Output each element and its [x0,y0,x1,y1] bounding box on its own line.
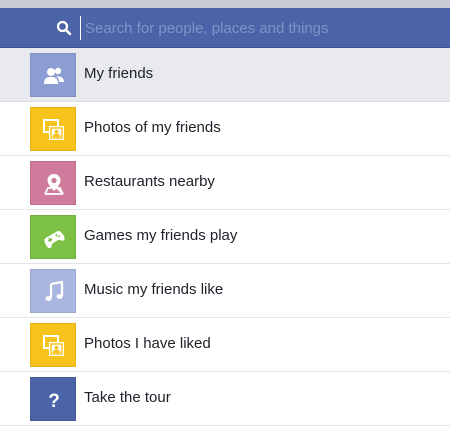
music-note-icon [45,280,64,301]
photo-icon [43,335,64,356]
svg-text:?: ? [48,391,60,412]
suggestion-photos-liked[interactable]: Photos I have liked [0,318,450,372]
suggestion-tile [30,107,76,151]
photo-icon [43,119,64,140]
suggestion-label: My friends [84,65,154,82]
search-bar [0,8,450,48]
suggestion-tile [30,215,76,259]
suggestion-label: Restaurants nearby [84,173,215,190]
suggestion-list: My friends Photos of my friends Restaura… [0,48,450,426]
suggestion-music-friends-like[interactable]: Music my friends like [0,264,450,318]
suggestion-tile [30,53,76,97]
search-input[interactable] [80,16,435,40]
friends-icon [44,67,64,84]
suggestion-label: Photos of my friends [84,119,221,136]
suggestion-tile [30,161,76,205]
map-pin-icon [44,174,64,195]
search-icon[interactable] [56,20,72,36]
suggestion-tile: ? [30,377,76,421]
top-strip [0,0,450,8]
suggestion-label: Photos I have liked [84,335,211,352]
suggestion-label: Music my friends like [84,281,224,298]
gamepad-icon [44,230,65,249]
suggestion-label: Take the tour [84,389,171,406]
suggestion-my-friends[interactable]: My friends [0,48,450,102]
suggestion-games-friends-play[interactable]: Games my friends play [0,210,450,264]
suggestion-tile [30,269,76,313]
suggestion-tile [30,323,76,367]
suggestion-label: Games my friends play [84,227,238,244]
suggestion-restaurants-nearby[interactable]: Restaurants nearby [0,156,450,210]
question-icon: ? [48,391,60,412]
suggestion-take-the-tour[interactable]: ? Take the tour [0,372,450,426]
suggestion-photos-of-friends[interactable]: Photos of my friends [0,102,450,156]
